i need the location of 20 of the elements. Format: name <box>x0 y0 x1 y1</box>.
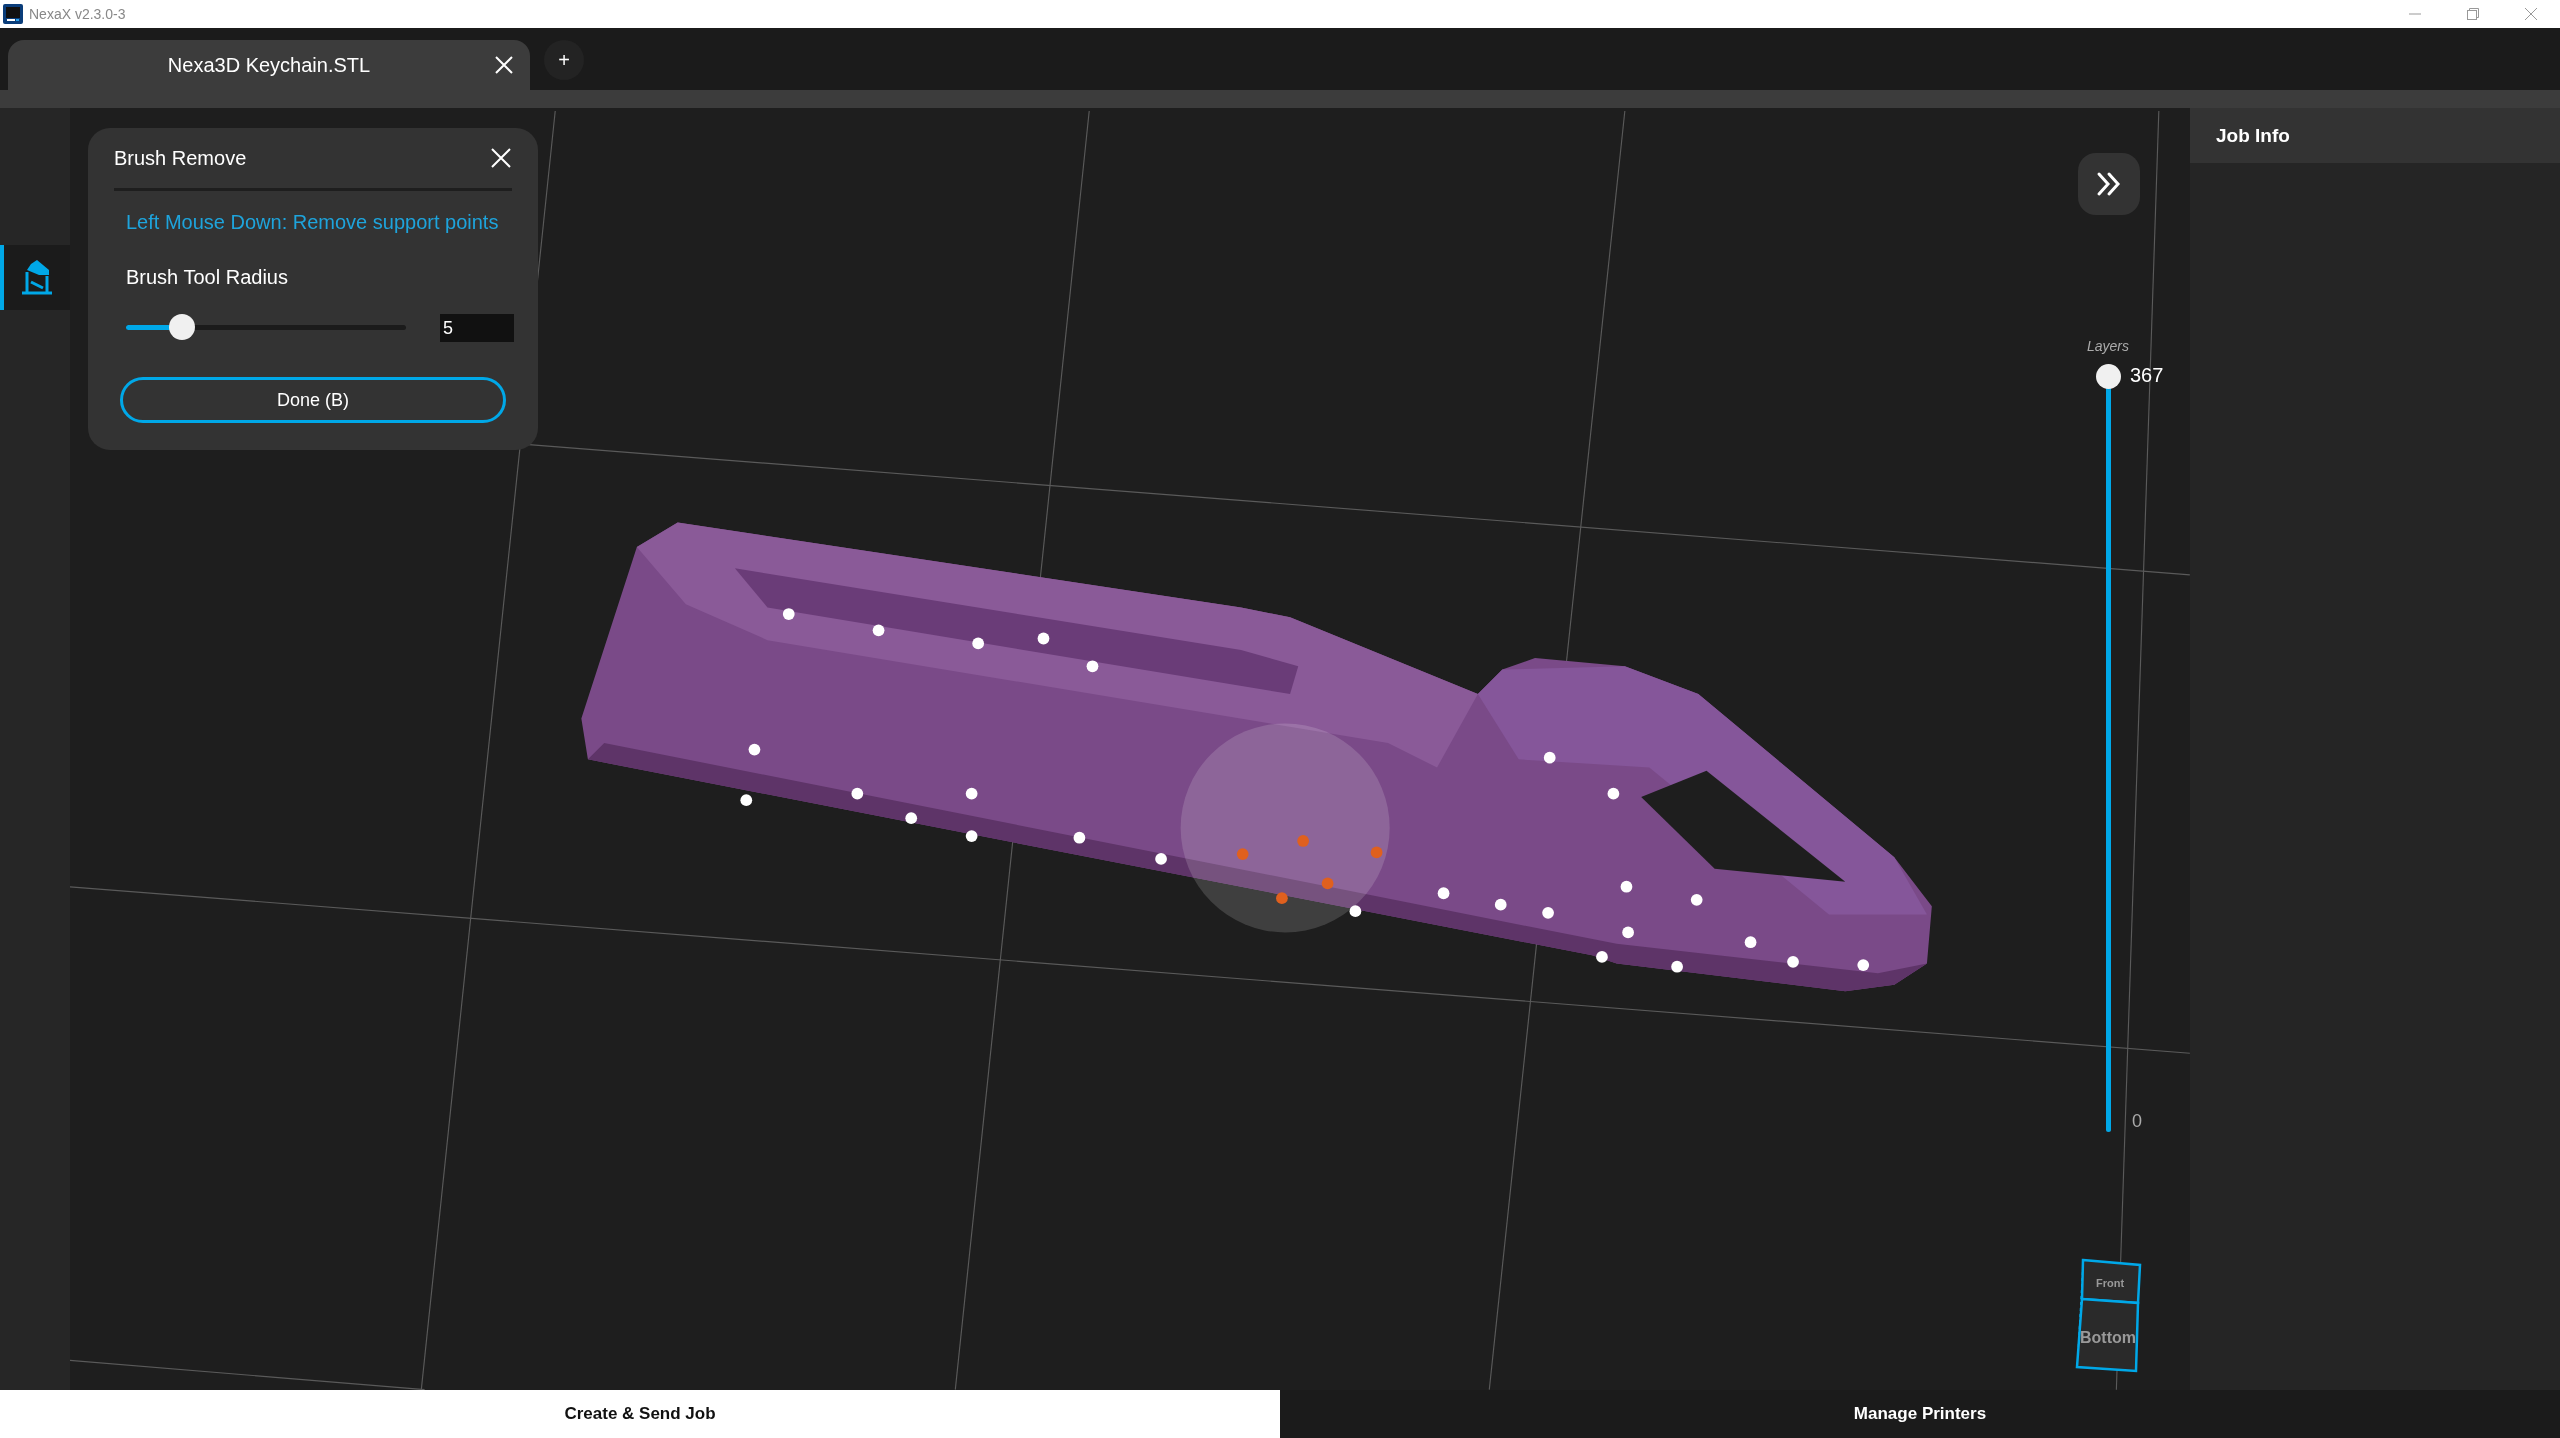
hint-text: Left Mouse Down: Remove support points <box>126 211 500 234</box>
expand-panel-button[interactable] <box>2078 153 2140 215</box>
radius-input[interactable]: 5 <box>440 314 514 342</box>
slider-thumb[interactable] <box>169 314 195 340</box>
done-button[interactable]: Done (B) <box>120 377 506 423</box>
radius-label: Brush Tool Radius <box>126 266 289 289</box>
file-tab[interactable]: Nexa3D Keychain.STL <box>8 40 530 90</box>
layer-max-value: 367 <box>2130 364 2164 387</box>
restore-icon[interactable] <box>2466 7 2480 21</box>
app-logo-icon <box>3 4 23 24</box>
bottom-tab[interactable]: Create & Send Job <box>0 1390 1280 1438</box>
layer-min-value: 0 <box>2132 1111 2142 1132</box>
view-cube[interactable]: Front Bottom <box>2070 1258 2166 1374</box>
layers-label: Layers <box>2087 338 2130 354</box>
slider-thumb[interactable] <box>2096 364 2121 389</box>
new-tab-button[interactable]: + <box>544 40 584 80</box>
brush-tool-button[interactable] <box>0 245 70 310</box>
panel-title: Brush Remove <box>114 146 247 170</box>
window-title: NexaX v2.3.0-3 <box>29 6 126 22</box>
job-info-header: Job Info <box>2190 108 2560 163</box>
